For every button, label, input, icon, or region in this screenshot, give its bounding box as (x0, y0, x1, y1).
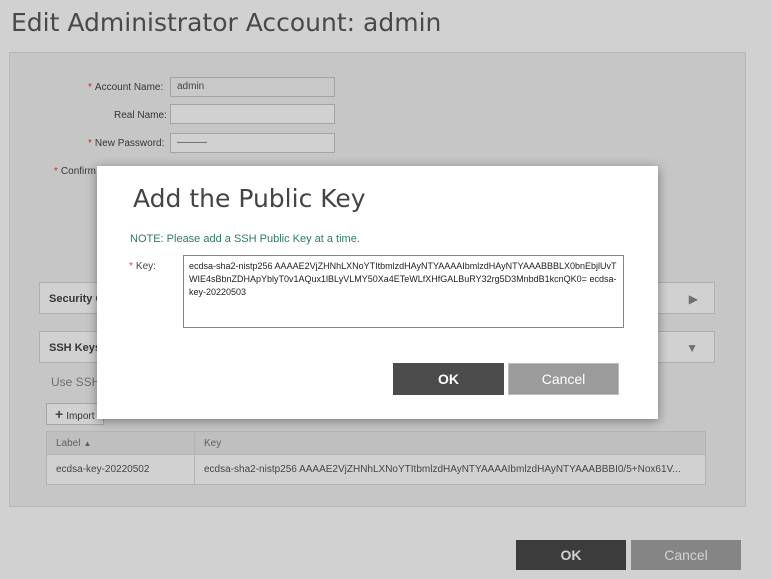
dialog-note: NOTE: Please add a SSH Public Key at a t… (130, 233, 360, 245)
add-public-key-dialog: Add the Public Key NOTE: Please add a SS… (97, 166, 658, 419)
key-label: * Key: (129, 261, 156, 272)
public-key-textarea[interactable]: ecdsa-sha2-nistp256 AAAAE2VjZHNhLXNoYTIt… (183, 255, 624, 328)
dialog-title: Add the Public Key (133, 184, 366, 213)
dialog-cancel-button[interactable]: Cancel (508, 363, 619, 395)
dialog-ok-button[interactable]: OK (393, 363, 504, 395)
